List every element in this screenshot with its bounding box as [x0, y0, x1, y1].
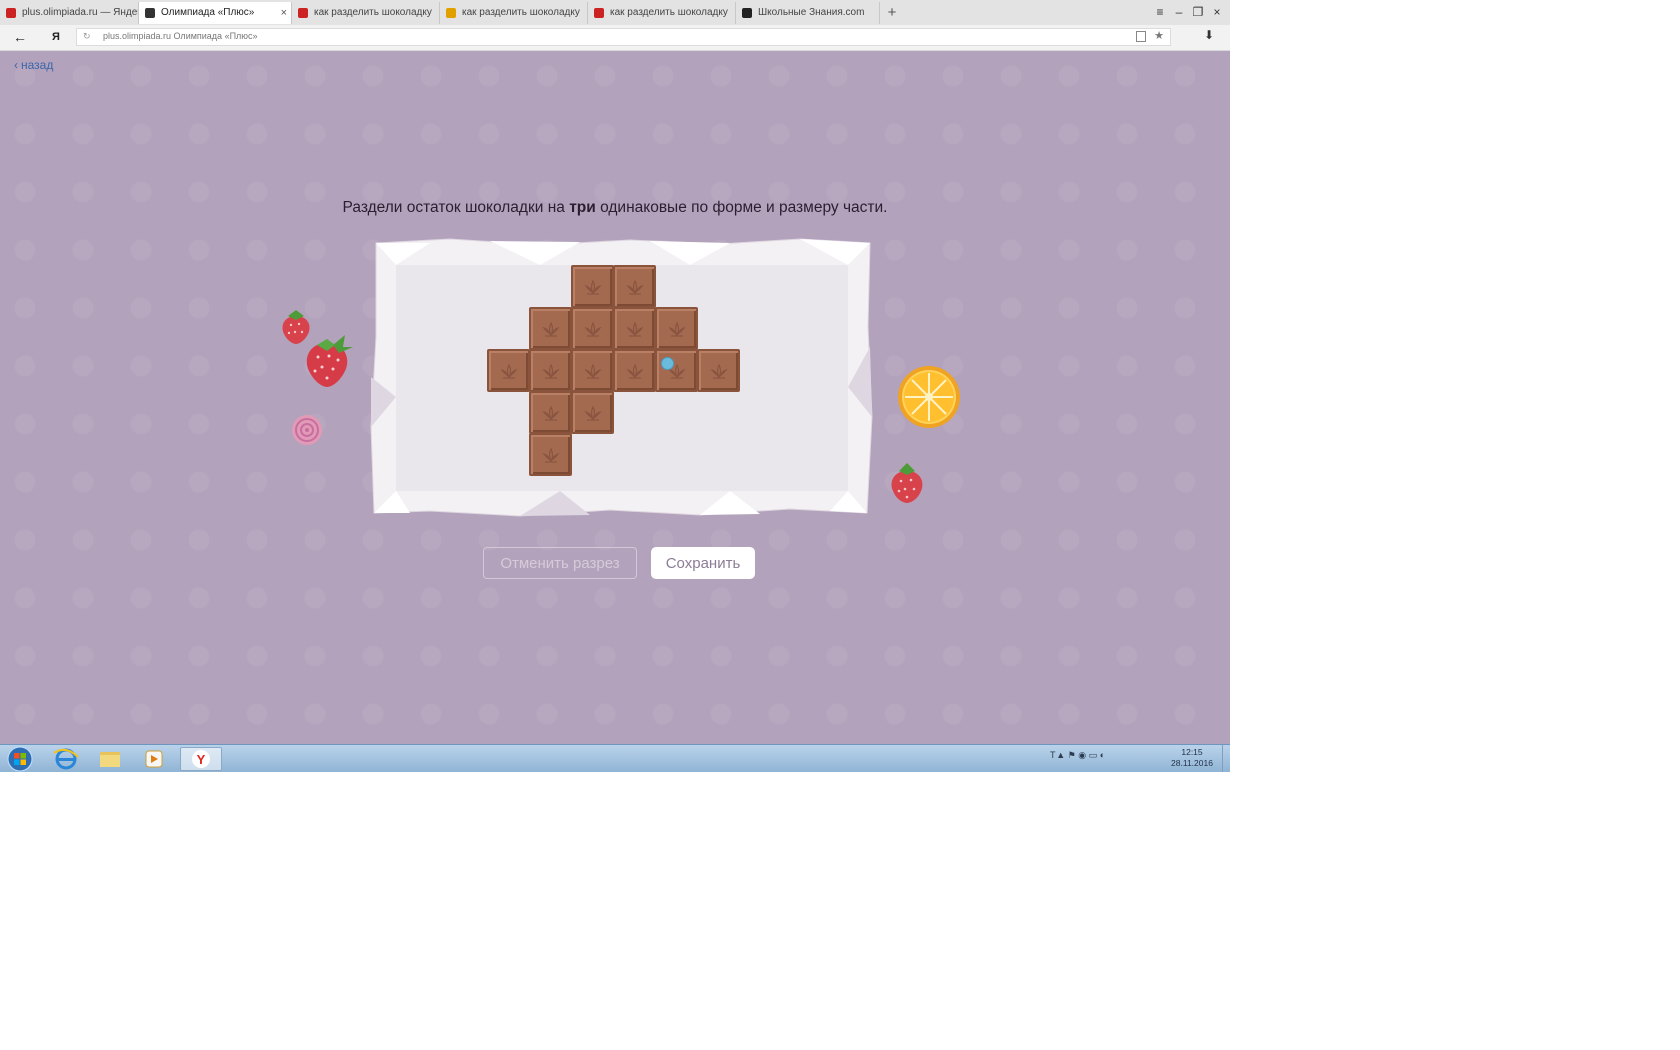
leaf-emboss-icon [584, 279, 602, 295]
leaf-emboss-icon [710, 363, 728, 379]
clock-time: 12:15 [1181, 747, 1203, 757]
task-text-bold: три [569, 199, 596, 216]
tab-favicon [742, 8, 752, 18]
url-text: plus.olimpiada.ru Олимпиада «Плюс» [103, 31, 258, 41]
taskbar-yandex-browser-icon[interactable]: Y [180, 747, 222, 771]
back-arrow-icon[interactable]: ← [10, 28, 30, 46]
strawberry-icon [891, 463, 923, 503]
chocolate-cell[interactable] [529, 307, 572, 350]
taskbar: Y Т ▲ ⚑ ◉ ▭ ◐ 12:15 28.11.2016 [0, 744, 1230, 772]
leaf-emboss-icon [542, 405, 560, 421]
close-window-icon[interactable]: × [1207, 2, 1227, 22]
tab-favicon [594, 8, 604, 18]
chocolate-cell[interactable] [613, 307, 656, 350]
page-content: ‹ назад Раздели остаток шоколадки на три … [0, 51, 1230, 744]
tab-title: как разделить шоколадку [462, 7, 580, 18]
orange-slice-icon [898, 366, 960, 428]
chocolate-cell[interactable] [571, 265, 614, 308]
address-row: ← Я ↻ plus.olimpiada.ru Олимпиада «Плюс»… [0, 25, 1230, 51]
chocolate-bar[interactable] [487, 265, 757, 490]
leaf-emboss-icon [626, 363, 644, 379]
taskbar-ie-icon[interactable] [48, 747, 84, 771]
screen: plus.olimpiada.ru — Яндекс Олимпиада «Пл… [0, 0, 1230, 772]
tab-close-icon[interactable]: × [281, 2, 287, 24]
taskbar-media-icon[interactable] [136, 747, 172, 771]
leaf-emboss-icon [542, 321, 560, 337]
strawberry-icon [306, 335, 353, 387]
tab-5[interactable]: Школьные Знания.com [736, 2, 880, 24]
system-tray[interactable]: Т ▲ ⚑ ◉ ▭ ◐ [1050, 750, 1105, 761]
chocolate-cell[interactable] [529, 349, 572, 392]
tab-title: Школьные Знания.com [758, 7, 865, 18]
save-button[interactable]: Сохранить [651, 547, 755, 579]
cancel-cut-button[interactable]: Отменить разрез [483, 547, 637, 579]
taskbar-explorer-icon[interactable] [92, 747, 128, 771]
leaf-emboss-icon [542, 363, 560, 379]
chocolate-cell[interactable] [697, 349, 740, 392]
tab-title: как разделить шоколадку [610, 7, 728, 18]
task-text-before: Раздели остаток шоколадки на [342, 199, 570, 216]
chocolate-cell[interactable] [487, 349, 530, 392]
tab-favicon [446, 8, 456, 18]
tab-3[interactable]: как разделить шоколадку [440, 2, 588, 24]
tab-2[interactable]: как разделить шоколадку [292, 2, 440, 24]
tab-1[interactable]: Олимпиада «Плюс» × [139, 2, 292, 24]
tab-title: plus.olimpiada.ru — Яндекс [22, 7, 139, 18]
chocolate-cell[interactable] [571, 391, 614, 434]
leaf-emboss-icon [542, 447, 560, 463]
start-button-icon[interactable] [4, 746, 36, 772]
new-tab-button[interactable]: + [882, 2, 902, 24]
minimize-icon[interactable]: – [1169, 2, 1189, 22]
chocolate-cell[interactable] [529, 433, 572, 476]
tab-favicon [6, 8, 16, 18]
chocolate-cell[interactable] [613, 265, 656, 308]
cut-point-handle[interactable] [661, 357, 674, 370]
address-bar[interactable]: ↻ plus.olimpiada.ru Олимпиада «Плюс» ★ [76, 28, 1171, 46]
menu-icon[interactable]: ≡ [1150, 2, 1170, 22]
leaf-emboss-icon [500, 363, 518, 379]
tab-title: Олимпиада «Плюс» [161, 7, 255, 18]
candy-icon [292, 415, 322, 445]
chocolate-cell[interactable] [655, 349, 698, 392]
leaf-emboss-icon [584, 363, 602, 379]
yandex-icon[interactable]: Я [48, 28, 64, 46]
chocolate-cell[interactable] [529, 391, 572, 434]
refresh-icon: ↻ [83, 31, 91, 41]
clock-date: 28.11.2016 [1171, 758, 1213, 768]
bookmark-star-icon[interactable]: ★ [1154, 29, 1164, 42]
download-icon[interactable]: ⬇ [1204, 28, 1214, 42]
chocolate-cell[interactable] [613, 349, 656, 392]
chocolate-cell[interactable] [571, 349, 614, 392]
restore-icon[interactable]: ❐ [1188, 2, 1208, 22]
clock[interactable]: 12:15 28.11.2016 [1166, 747, 1218, 769]
tab-favicon [145, 8, 155, 18]
tab-bar: plus.olimpiada.ru — Яндекс Олимпиада «Пл… [0, 0, 1230, 26]
leaf-emboss-icon [626, 321, 644, 337]
tab-title: как разделить шоколадку [314, 7, 432, 18]
leaf-emboss-icon [668, 321, 686, 337]
svg-text:Y: Y [197, 752, 206, 767]
chevron-left-icon: ‹ [14, 58, 18, 72]
task-text-after: одинаковые по форме и размеру части. [595, 199, 888, 216]
back-link-label: назад [21, 58, 54, 72]
leaf-emboss-icon [584, 405, 602, 421]
tab-favicon [298, 8, 308, 18]
tab-0[interactable]: plus.olimpiada.ru — Яндекс [0, 2, 139, 24]
leaf-emboss-icon [584, 321, 602, 337]
chocolate-cell[interactable] [655, 307, 698, 350]
reader-mode-icon[interactable] [1136, 31, 1146, 42]
show-desktop-button[interactable] [1222, 745, 1230, 772]
leaf-emboss-icon [626, 279, 644, 295]
chocolate-cell[interactable] [571, 307, 614, 350]
tab-4[interactable]: как разделить шоколадку [588, 2, 736, 24]
task-text: Раздели остаток шоколадки на три одинако… [0, 199, 1230, 217]
back-link[interactable]: ‹ назад [14, 58, 53, 72]
